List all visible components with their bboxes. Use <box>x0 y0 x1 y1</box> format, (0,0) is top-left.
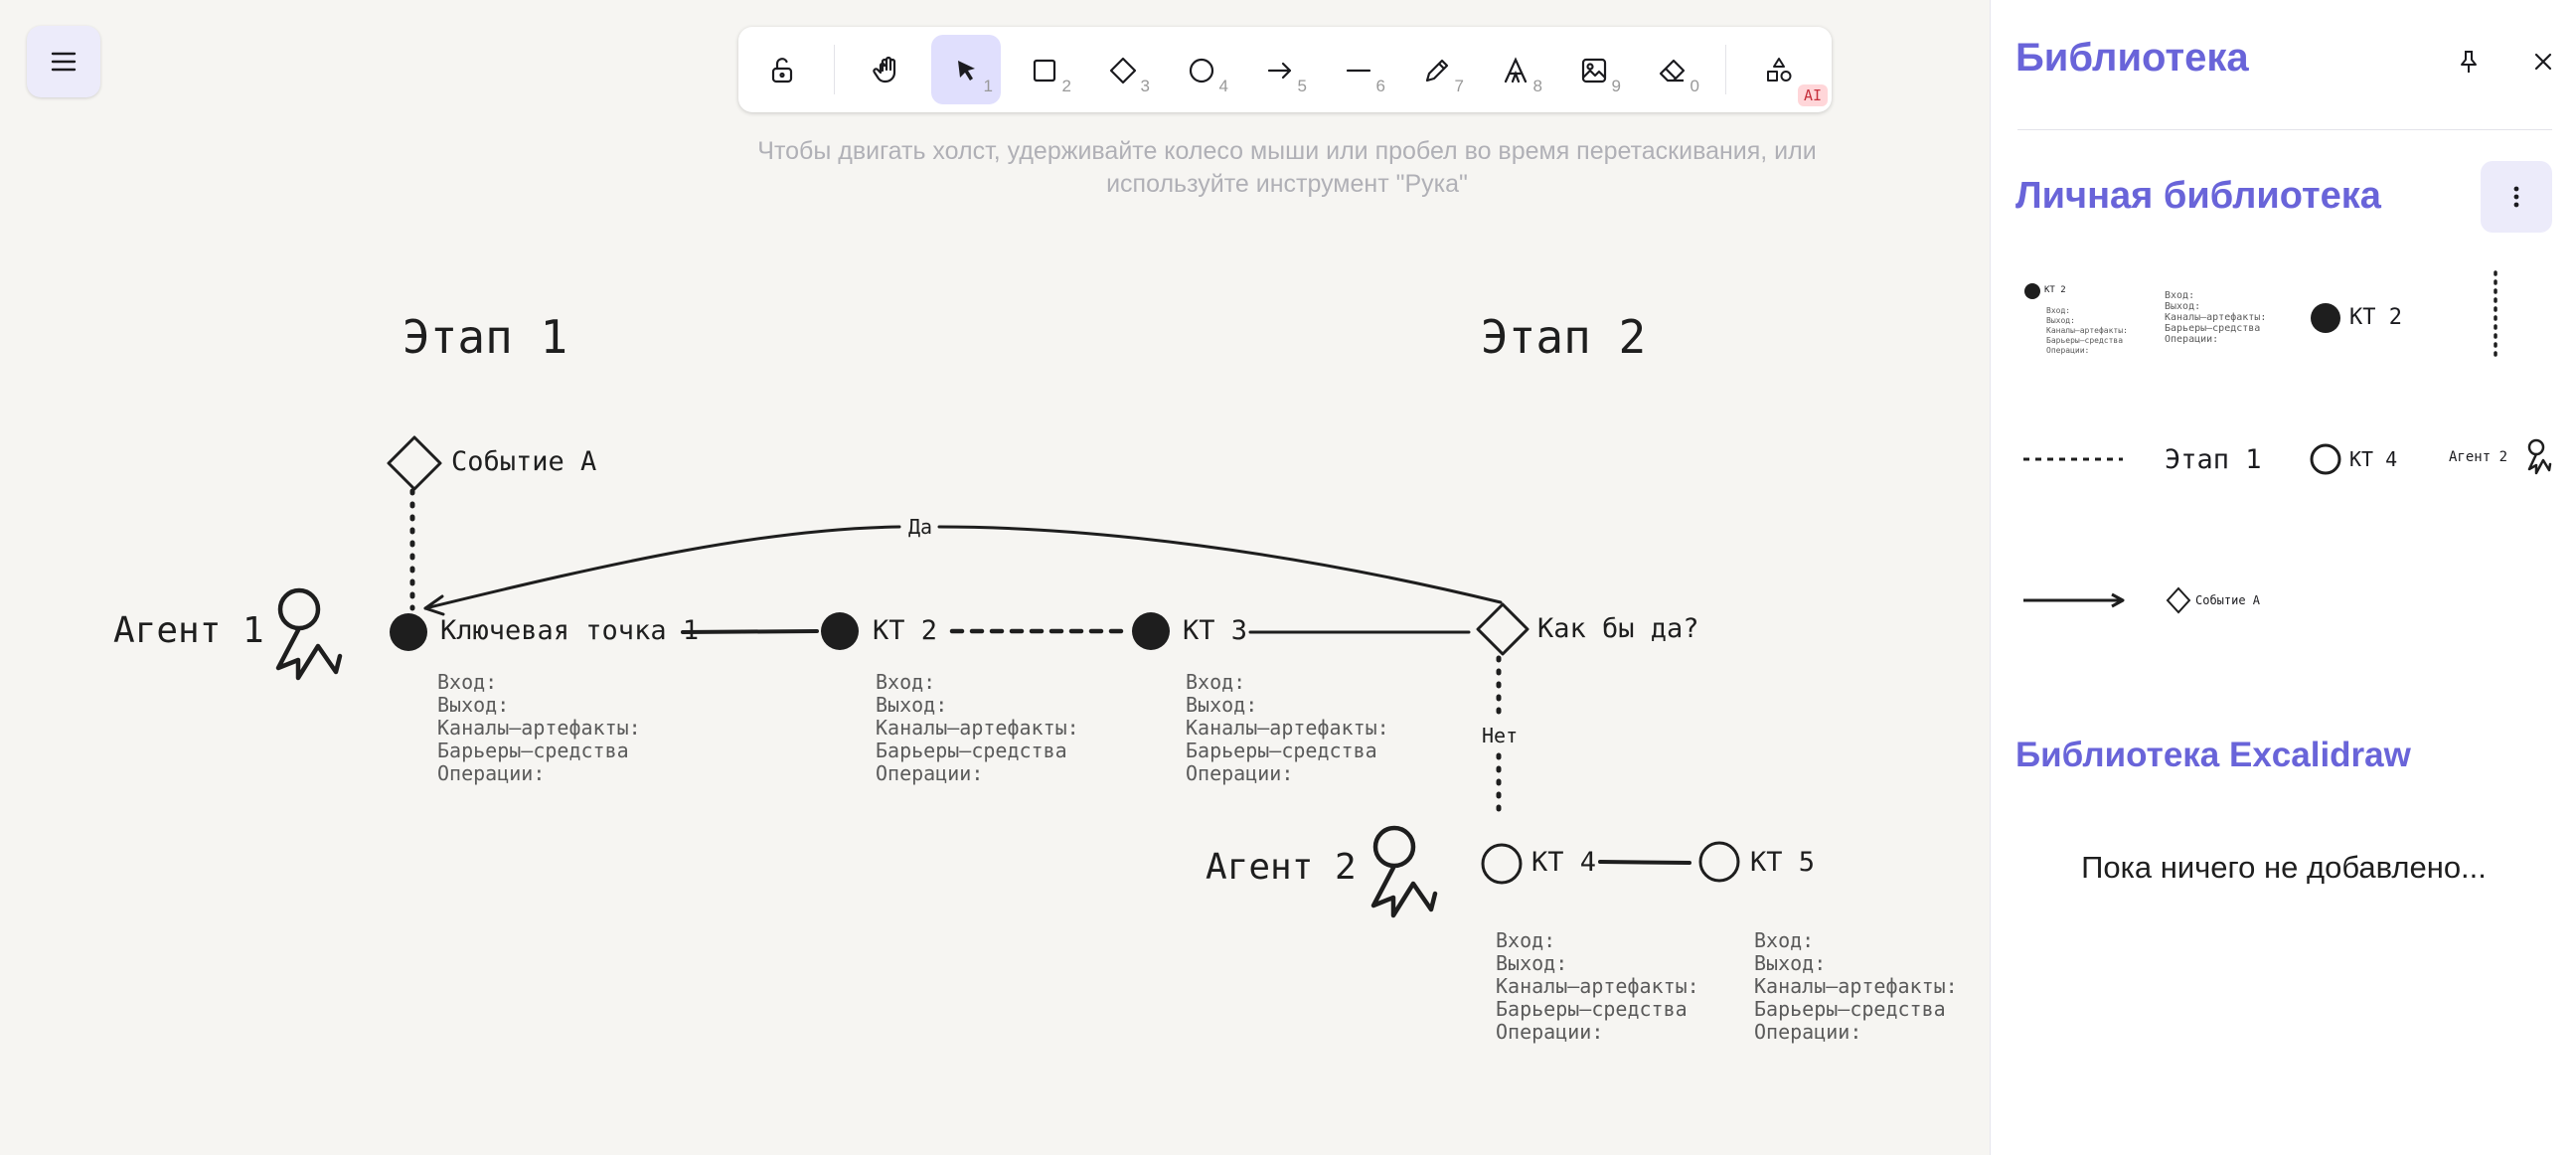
personal-library-title: Личная библиотека <box>2015 175 2381 217</box>
library-item[interactable] <box>2015 537 2155 666</box>
kt5-properties: Вход: Выход: Каналы—артефакты: Барьеры—с… <box>1754 928 1958 1044</box>
library-item[interactable]: Вход: Выход: Каналы—артефакты: Барьеры—с… <box>2160 258 2299 388</box>
library-item-label: КТ 4 <box>2349 447 2398 471</box>
close-icon <box>2534 53 2552 71</box>
yes-arrow <box>937 525 1503 604</box>
library-sidebar: Библиотека Личная библиотека КТ 2 Вход: … <box>1990 0 2576 1155</box>
decision-label: Как бы да? <box>1537 613 1699 644</box>
library-item-label: Вход: Выход: Каналы—артефакты: Барьеры—с… <box>2165 290 2267 345</box>
library-title: Библиотека <box>2015 36 2249 80</box>
line-kt4-kt5 <box>1598 860 1691 865</box>
kt3-label: КТ 3 <box>1183 615 1248 646</box>
library-item-label: КТ 2 <box>2044 285 2066 295</box>
kt5-label: КТ 5 <box>1750 847 1816 878</box>
library-item-label: Агент 2 <box>2449 449 2508 465</box>
yes-label: Да <box>906 515 935 539</box>
kt3-properties: Вход: Выход: Каналы—артефакты: Барьеры—с… <box>1186 670 1389 785</box>
library-item[interactable]: Агент 2 <box>2443 398 2562 527</box>
library-item[interactable] <box>2015 398 2155 527</box>
kt4-properties: Вход: Выход: Каналы—артефакты: Барьеры—с… <box>1496 928 1699 1044</box>
kt2-properties: Вход: Выход: Каналы—артефакты: Барьеры—с… <box>876 670 1079 785</box>
excalidraw-library-title: Библиотека Excalidraw <box>2015 736 2411 774</box>
library-item[interactable]: КТ 2 <box>2304 258 2443 388</box>
library-item-label: Вход: Выход: Каналы—артефакты: Барьеры—с… <box>2046 306 2128 355</box>
kt3-dot <box>1132 612 1170 650</box>
close-sidebar-button[interactable] <box>2515 34 2571 89</box>
decision-diamond <box>1476 602 1530 656</box>
library-item-label: Этап 1 <box>2165 444 2262 475</box>
library-item-label: Событие А <box>2195 593 2261 607</box>
event-a-diamond <box>387 435 442 491</box>
kt4-label: КТ 4 <box>1531 847 1597 878</box>
empty-library-message: Пока ничего не добавлено... <box>2081 850 2487 885</box>
library-item-label: КТ 2 <box>2349 305 2402 330</box>
library-item[interactable] <box>2443 258 2552 388</box>
event-a-label: Событие А <box>451 446 597 477</box>
agent2-figure <box>1370 825 1438 918</box>
kt1-properties: Вход: Выход: Каналы—артефакты: Барьеры—с… <box>437 670 641 785</box>
agent2-label: Агент 2 <box>1206 847 1357 888</box>
kt1-label: Ключевая точка 1 <box>440 615 700 646</box>
library-item[interactable]: КТ 2 Вход: Выход: Каналы—артефакты: Барь… <box>2015 258 2155 388</box>
yes-arrow-left-part <box>423 525 901 610</box>
more-vertical-icon <box>2513 186 2519 208</box>
kt1-dot <box>390 613 427 651</box>
pin-button[interactable] <box>2441 34 2496 89</box>
line-kt1-kt2 <box>681 629 819 634</box>
pin-icon <box>2461 51 2477 73</box>
stage2-label: Этап 2 <box>1481 310 1647 364</box>
kt2-dot <box>821 612 859 650</box>
kt2-label: КТ 2 <box>873 615 938 646</box>
kt4-circle <box>1481 843 1523 885</box>
no-label: Нет <box>1482 724 1519 747</box>
library-item[interactable]: КТ 4 <box>2304 398 2443 527</box>
agent1-figure <box>275 587 343 681</box>
kt5-circle <box>1698 841 1740 883</box>
library-item[interactable]: Событие А <box>2160 537 2299 666</box>
library-item[interactable]: Этап 1 <box>2160 398 2299 527</box>
stage1-label: Этап 1 <box>402 310 568 364</box>
library-menu-button[interactable] <box>2481 161 2552 233</box>
agent1-label: Агент 1 <box>113 610 264 651</box>
